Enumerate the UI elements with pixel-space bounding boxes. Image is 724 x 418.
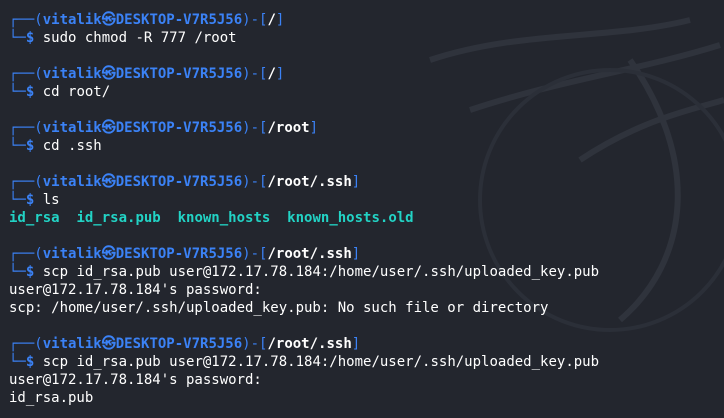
command-line: └─$ ls <box>9 192 60 208</box>
output-line: user@172.17.78.184's password: <box>9 282 262 298</box>
prompt-header: ┌──(vitalik㉿DESKTOP-V7R5J56)-[/root/.ssh… <box>9 336 361 352</box>
ls-item: id_rsa <box>9 210 60 226</box>
prompt-header: ┌──(vitalik㉿DESKTOP-V7R5J56)-[/] <box>9 12 285 28</box>
terminal-output[interactable]: ┌──(vitalik㉿DESKTOP-V7R5J56)-[/] └─$ sud… <box>9 11 724 407</box>
ls-item: known_hosts.old <box>287 210 414 226</box>
command-line: └─$ scp id_rsa.pub user@172.17.78.184:/h… <box>9 354 600 370</box>
ls-output: id_rsa id_rsa.pub known_hosts known_host… <box>9 209 724 227</box>
ls-item: id_rsa.pub <box>76 210 161 226</box>
command-line: └─$ cd .ssh <box>9 138 102 154</box>
prompt-header: ┌──(vitalik㉿DESKTOP-V7R5J56)-[/root/.ssh… <box>9 246 361 262</box>
prompt-header: ┌──(vitalik㉿DESKTOP-V7R5J56)-[/root] <box>9 120 319 136</box>
output-line: id_rsa.pub <box>9 390 94 406</box>
prompt-header: ┌──(vitalik㉿DESKTOP-V7R5J56)-[/root/.ssh… <box>9 174 361 190</box>
command-line: └─$ scp id_rsa.pub user@172.17.78.184:/h… <box>9 264 600 280</box>
output-line: scp: /home/user/.ssh/uploaded_key.pub: N… <box>9 300 549 316</box>
ls-item: known_hosts <box>177 210 271 226</box>
prompt-header: ┌──(vitalik㉿DESKTOP-V7R5J56)-[/] <box>9 66 285 82</box>
command-line: └─$ sudo chmod -R 777 /root <box>9 30 237 46</box>
output-line: user@172.17.78.184's password: <box>9 372 262 388</box>
command-line: └─$ cd root/ <box>9 84 111 100</box>
